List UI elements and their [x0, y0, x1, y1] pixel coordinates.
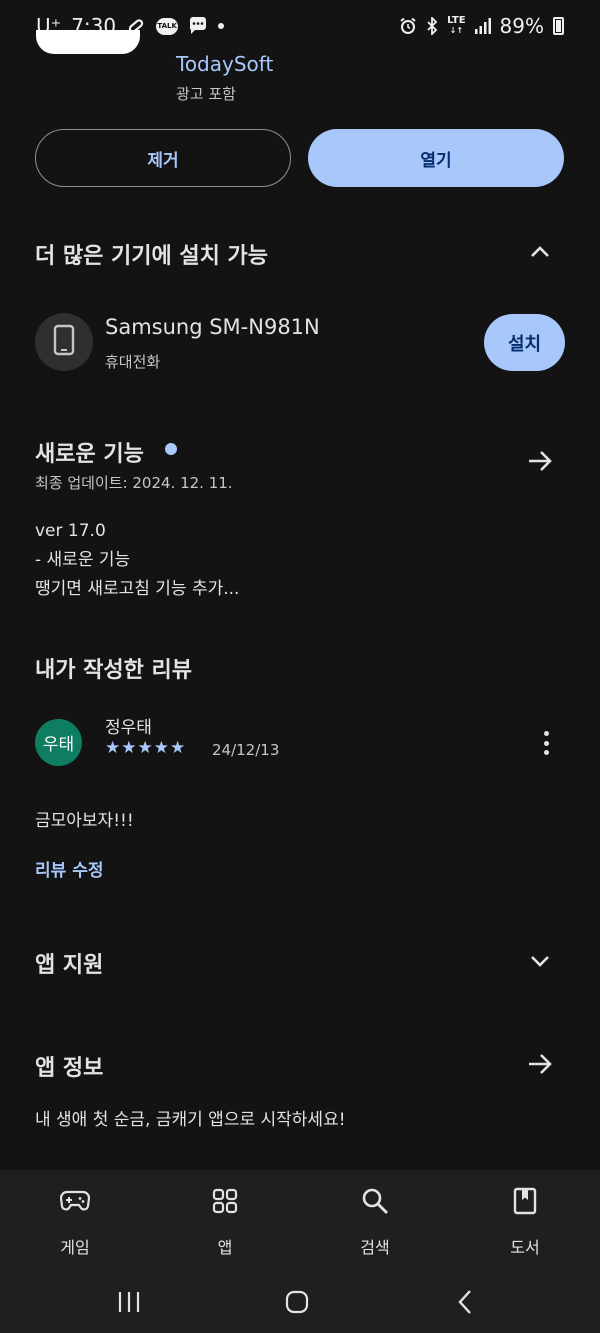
- phone-icon: [53, 324, 75, 360]
- gamepad-icon: [60, 1186, 90, 1216]
- app-support-title[interactable]: 앱 지원: [35, 947, 103, 979]
- arrow-right-icon[interactable]: [526, 447, 554, 475]
- uninstall-button[interactable]: 제거: [35, 129, 291, 187]
- signal-icon: [474, 18, 491, 34]
- edit-review-link[interactable]: 리뷰 수정: [35, 856, 103, 881]
- nav-label: 앱: [217, 1238, 233, 1257]
- bottom-navigation: 게임 앱 검색 도서: [0, 1170, 600, 1272]
- more-options-icon[interactable]: [532, 728, 560, 758]
- developer-link[interactable]: TodaySoft: [176, 52, 273, 76]
- whats-new-line: ver 17.0: [35, 521, 106, 541]
- battery-percent: 89%: [499, 14, 544, 38]
- search-icon: [360, 1186, 390, 1216]
- apps-grid-icon: [210, 1186, 240, 1216]
- whats-new-title[interactable]: 새로운 기능: [35, 436, 144, 468]
- bluetooth-icon: [426, 17, 438, 35]
- nav-item-search[interactable]: 검색: [300, 1170, 450, 1272]
- new-indicator-dot: [165, 443, 177, 455]
- book-icon: [510, 1186, 540, 1216]
- my-review-title: 내가 작성한 리뷰: [35, 658, 192, 683]
- ads-notice: 광고 포함: [176, 85, 236, 103]
- app-info-title[interactable]: 앱 정보: [35, 1050, 103, 1082]
- more-devices-title: 더 많은 기기에 설치 가능: [35, 244, 269, 269]
- last-updated: 최종 업데이트: 2024. 12. 11.: [35, 474, 233, 492]
- review-text: 금모아보자!!!: [35, 811, 134, 831]
- whats-new-line: 땡기면 새로고침 기능 추가...: [35, 579, 240, 599]
- back-icon[interactable]: [450, 1287, 480, 1317]
- open-button[interactable]: 열기: [308, 129, 564, 187]
- home-icon[interactable]: [282, 1287, 312, 1317]
- review-date: 24/12/13: [212, 741, 280, 759]
- notification-dot-icon: [218, 23, 225, 29]
- device-type: 휴대전화: [105, 353, 161, 371]
- chat-icon: [188, 17, 208, 35]
- battery-icon: [553, 17, 564, 35]
- lte-icon: LTE ↓↑: [447, 15, 466, 36]
- whats-new-line: - 새로운 기능: [35, 550, 131, 570]
- device-icon-container: [35, 313, 93, 371]
- recent-apps-icon[interactable]: [114, 1287, 144, 1317]
- chevron-down-icon[interactable]: [526, 947, 554, 975]
- chevron-up-icon[interactable]: [526, 238, 554, 266]
- app-description: 내 생애 첫 순금, 금캐기 앱으로 시작하세요!: [35, 1110, 346, 1130]
- nav-label: 검색: [360, 1238, 390, 1257]
- install-button[interactable]: 설치: [484, 314, 565, 371]
- device-name: Samsung SM-N981N: [105, 315, 320, 339]
- app-icon: [36, 30, 140, 54]
- system-navigation-bar: [0, 1272, 600, 1333]
- nav-label: 도서: [510, 1238, 540, 1257]
- reviewer-name: 정우태: [105, 718, 152, 738]
- nav-item-books[interactable]: 도서: [450, 1170, 600, 1272]
- avatar: 우태: [35, 719, 82, 766]
- nav-item-apps[interactable]: 앱: [150, 1170, 300, 1272]
- nav-label: 게임: [60, 1238, 90, 1257]
- arrow-right-icon[interactable]: [526, 1050, 554, 1078]
- kakaotalk-icon: TALK: [156, 17, 179, 35]
- alarm-icon: [399, 17, 417, 35]
- star-rating: ★★★★★: [105, 738, 187, 758]
- nav-item-games[interactable]: 게임: [0, 1170, 150, 1272]
